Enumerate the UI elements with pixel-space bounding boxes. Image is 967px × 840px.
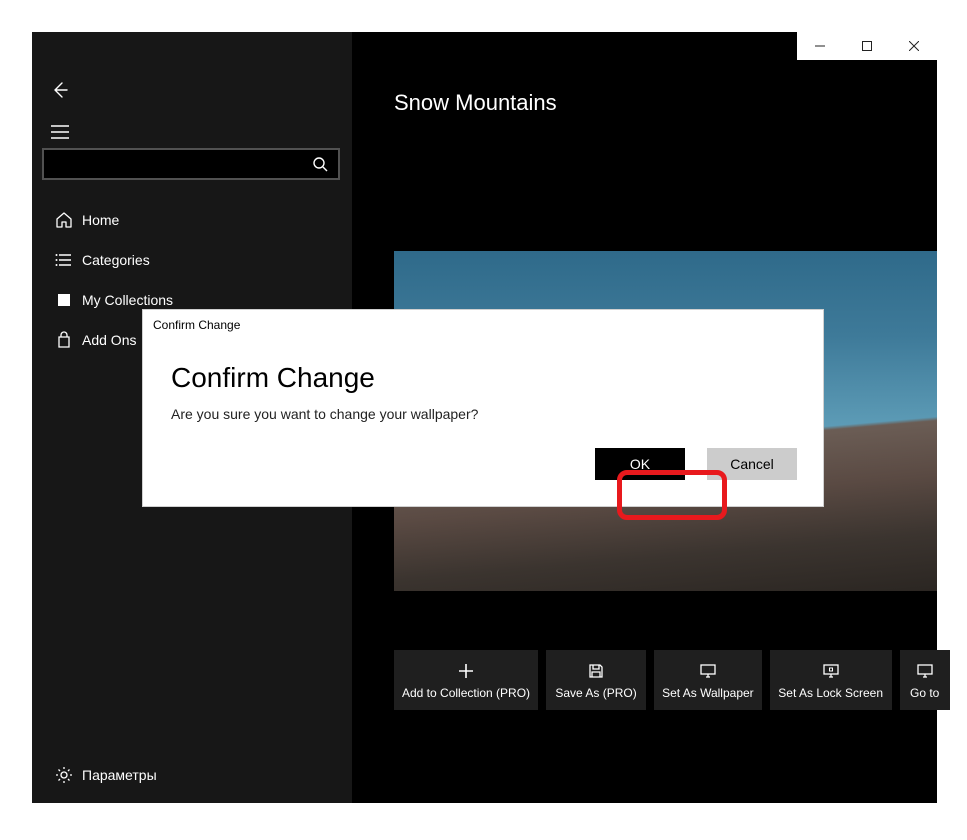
search-input[interactable] — [44, 150, 302, 178]
search-box[interactable] — [42, 148, 340, 180]
dialog-button-row: OK Cancel — [595, 448, 797, 480]
action-label: Save As (PRO) — [555, 686, 636, 700]
collections-icon — [48, 291, 80, 309]
nav-item-home[interactable]: Home — [32, 200, 352, 240]
action-label: Set As Lock Screen — [778, 686, 883, 700]
minimize-button[interactable] — [797, 32, 844, 60]
arrow-left-icon — [50, 80, 70, 100]
lock-screen-icon — [822, 660, 840, 682]
action-go-to[interactable]: Go to — [900, 650, 950, 710]
dialog-caption: Confirm Change — [153, 318, 240, 332]
close-icon — [909, 41, 919, 51]
ok-button[interactable]: OK — [595, 448, 685, 480]
bag-icon — [48, 331, 80, 349]
page-title: Snow Mountains — [394, 90, 557, 116]
maximize-button[interactable] — [844, 32, 891, 60]
dialog-message: Are you sure you want to change your wal… — [171, 406, 478, 422]
link-icon — [916, 660, 934, 682]
cancel-button[interactable]: Cancel — [707, 448, 797, 480]
close-button[interactable] — [890, 32, 937, 60]
window-controls — [797, 32, 937, 60]
plus-icon — [457, 660, 475, 682]
monitor-icon — [699, 660, 717, 682]
list-icon — [48, 251, 80, 269]
action-save-as[interactable]: Save As (PRO) — [546, 650, 646, 710]
action-label: Go to — [910, 686, 939, 700]
nav-label: Add Ons — [80, 332, 136, 348]
action-label: Add to Collection (PRO) — [402, 686, 530, 700]
nav-label: Home — [80, 212, 119, 228]
menu-button[interactable] — [48, 120, 72, 144]
confirm-dialog: Confirm Change Confirm Change Are you su… — [143, 310, 823, 506]
nav-label: Categories — [80, 252, 150, 268]
nav-item-categories[interactable]: Categories — [32, 240, 352, 280]
maximize-icon — [862, 41, 872, 51]
action-add-to-collection[interactable]: Add to Collection (PRO) — [394, 650, 538, 710]
dialog-heading: Confirm Change — [171, 362, 375, 394]
save-icon — [587, 660, 605, 682]
back-button[interactable] — [48, 78, 72, 102]
nav-label: My Collections — [80, 292, 173, 308]
settings-label: Параметры — [80, 767, 157, 783]
action-set-wallpaper[interactable]: Set As Wallpaper — [654, 650, 762, 710]
hamburger-icon — [51, 125, 69, 139]
action-bar: Add to Collection (PRO) Save As (PRO) Se… — [394, 650, 937, 710]
canvas: Home Categories My Collections — [0, 0, 967, 840]
minimize-icon — [815, 41, 825, 51]
home-icon — [48, 211, 80, 229]
action-set-lock-screen[interactable]: Set As Lock Screen — [770, 650, 892, 710]
gear-icon — [48, 766, 80, 784]
action-label: Set As Wallpaper — [662, 686, 754, 700]
nav-item-settings[interactable]: Параметры — [32, 755, 352, 795]
search-icon[interactable] — [302, 156, 338, 172]
